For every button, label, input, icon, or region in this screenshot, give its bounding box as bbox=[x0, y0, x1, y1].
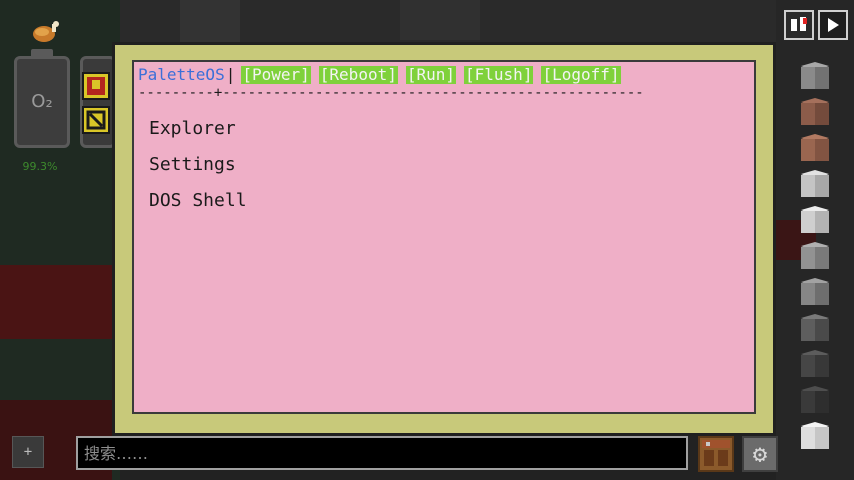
polished-diorite-block-icon[interactable] bbox=[801, 206, 829, 234]
plus-icon: + bbox=[23, 444, 33, 460]
players-icon[interactable] bbox=[784, 10, 814, 40]
list-item-dos-shell[interactable]: DOS Shell bbox=[149, 192, 247, 228]
program-list: Explorer Settings DOS Shell bbox=[149, 120, 247, 228]
polished-granite-block-icon[interactable] bbox=[801, 134, 829, 162]
os-brand-label: PaletteOS bbox=[138, 65, 225, 84]
top-right-controls bbox=[780, 10, 848, 40]
diorite-block-icon[interactable] bbox=[801, 170, 829, 198]
gear-icon[interactable]: ⚙ bbox=[742, 436, 778, 472]
list-item-settings[interactable]: Settings bbox=[149, 156, 247, 192]
oxygen-label: O₂ bbox=[31, 91, 53, 112]
oxygen-tank-icon: O₂ bbox=[14, 49, 70, 148]
add-button[interactable]: + bbox=[12, 436, 44, 468]
reboot-button[interactable]: [Reboot] bbox=[318, 66, 398, 84]
menu-divider-rule: ---------+------------------------------… bbox=[138, 85, 644, 101]
flush-button[interactable]: [Flush] bbox=[464, 66, 534, 84]
logoff-button[interactable]: [Logoff] bbox=[541, 66, 621, 84]
magnet-slot-icon bbox=[82, 72, 110, 100]
roast-chicken-icon bbox=[30, 18, 62, 46]
block-palette-strip bbox=[798, 62, 832, 458]
search-input[interactable] bbox=[76, 436, 688, 470]
deepslate-block-icon[interactable] bbox=[801, 386, 829, 414]
blocked-slot-icon bbox=[82, 106, 110, 134]
os-menu-bar: PaletteOS | [Power] [Reboot] [Run] [Flus… bbox=[138, 66, 629, 84]
andesite-block-icon[interactable] bbox=[801, 242, 829, 270]
play-arrow-icon[interactable] bbox=[818, 10, 848, 40]
polished-andesite-block-icon[interactable] bbox=[801, 278, 829, 306]
bottom-toolbar: + ⚙ bbox=[0, 432, 854, 480]
menu-separator: | bbox=[225, 65, 236, 84]
cobblestone-block-icon[interactable] bbox=[801, 314, 829, 342]
mossy-block-icon[interactable] bbox=[801, 350, 829, 378]
stone-block-icon[interactable] bbox=[801, 62, 829, 90]
granite-block-icon[interactable] bbox=[801, 98, 829, 126]
computer-screen[interactable]: PaletteOS | [Power] [Reboot] [Run] [Flus… bbox=[132, 60, 756, 414]
crafting-table-icon[interactable] bbox=[698, 436, 734, 472]
list-item-explorer[interactable]: Explorer bbox=[149, 120, 247, 156]
oxygen-percent: 99.3% bbox=[22, 160, 58, 173]
run-button[interactable]: [Run] bbox=[405, 66, 457, 84]
power-button[interactable]: [Power] bbox=[241, 66, 311, 84]
